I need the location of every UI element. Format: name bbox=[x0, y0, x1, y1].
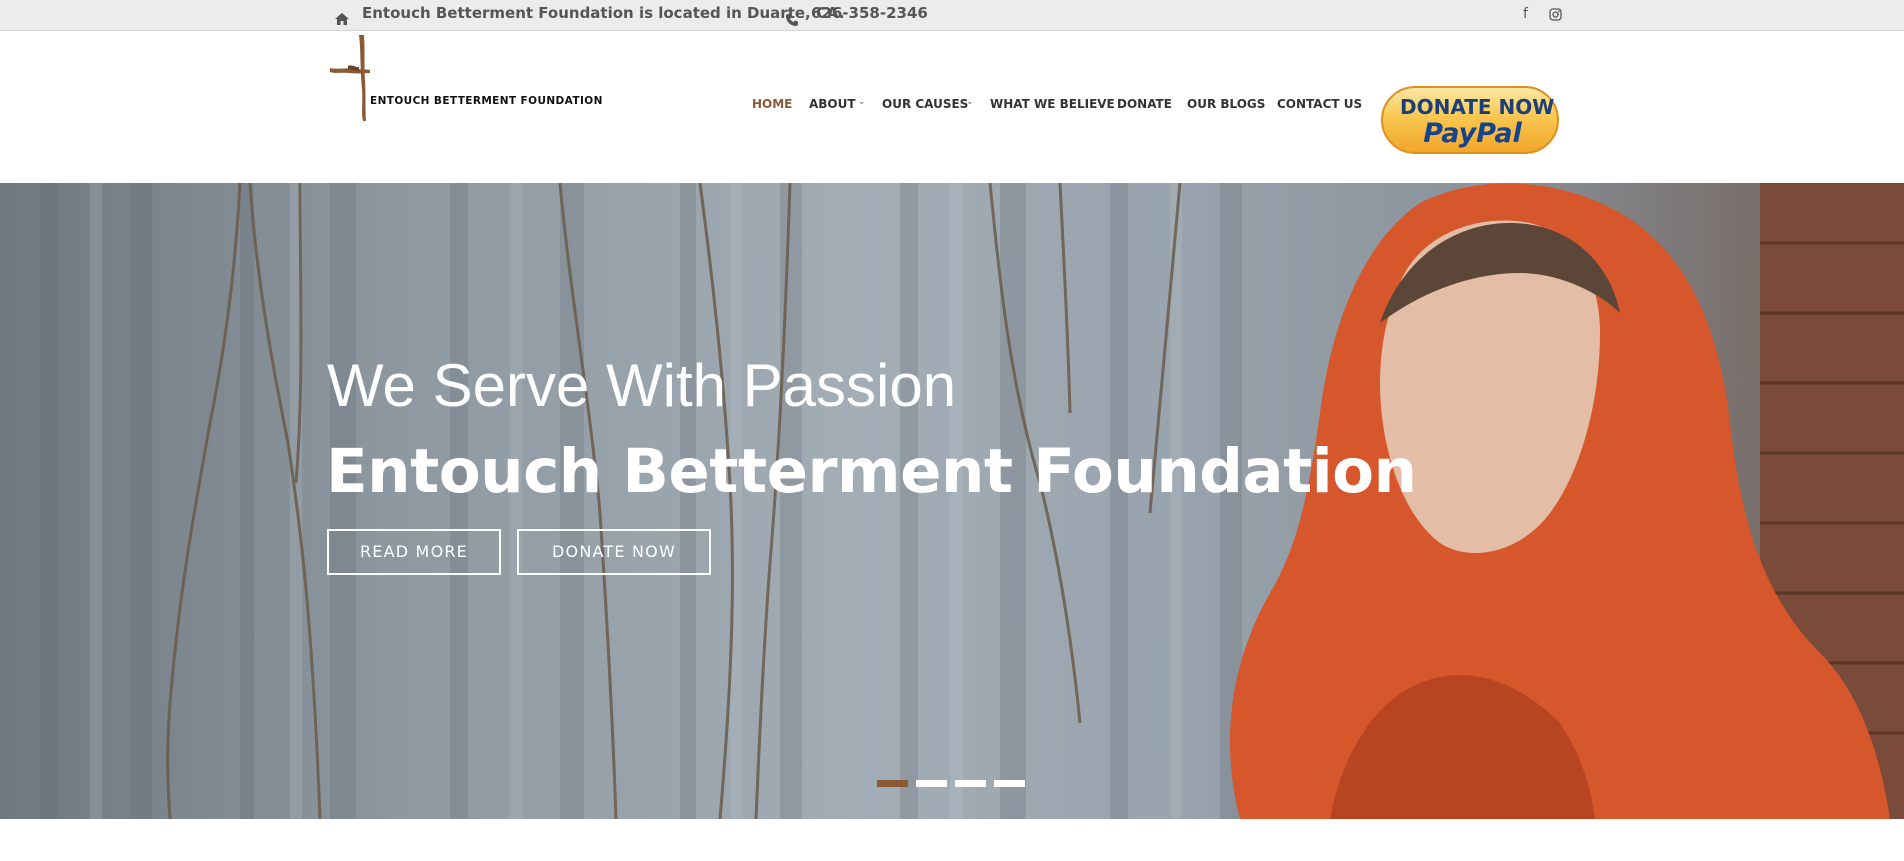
nav-what-we-believe[interactable]: WHAT WE BELIEVE bbox=[990, 97, 1115, 111]
chevron-down-icon: ⌄ bbox=[858, 97, 866, 107]
facebook-icon[interactable]: f bbox=[1523, 6, 1528, 22]
paypal-donate-label: DONATE NOW bbox=[1400, 95, 1555, 119]
home-icon bbox=[335, 13, 349, 25]
nav-our-blogs[interactable]: OUR BLOGS bbox=[1187, 97, 1265, 111]
logo-text: ENTOUCH BETTERMENT FOUNDATION bbox=[370, 95, 603, 107]
paypal-logo: PayPal bbox=[1423, 118, 1522, 149]
slider-dot-3[interactable] bbox=[955, 780, 986, 787]
top-bar: Entouch Betterment Foundation is located… bbox=[0, 0, 1904, 31]
logo[interactable] bbox=[328, 31, 568, 123]
nav-home[interactable]: HOME bbox=[752, 97, 792, 111]
slider-dot-2[interactable] bbox=[916, 780, 947, 787]
hero-slider: We Serve With Passion Entouch Betterment… bbox=[0, 183, 1904, 819]
nav-contact-us[interactable]: CONTACT US bbox=[1277, 97, 1362, 111]
instagram-icon[interactable] bbox=[1549, 8, 1562, 21]
read-more-button[interactable]: READ MORE bbox=[327, 529, 501, 575]
donate-now-button[interactable]: DONATE NOW bbox=[517, 529, 711, 575]
nav-our-causes[interactable]: OUR CAUSES bbox=[882, 97, 968, 111]
location-text: Entouch Betterment Foundation is located… bbox=[362, 4, 845, 22]
hero-title: Entouch Betterment Foundation bbox=[326, 436, 1417, 507]
slider-dot-4[interactable] bbox=[994, 780, 1025, 787]
phone-number[interactable]: 626-358-2346 bbox=[811, 4, 928, 22]
phone-icon bbox=[786, 14, 798, 26]
hero-subtitle: We Serve With Passion bbox=[327, 352, 957, 419]
nav-about[interactable]: ABOUT bbox=[809, 97, 856, 111]
chevron-down-icon: ⌄ bbox=[966, 97, 974, 107]
slider-dot-1[interactable] bbox=[877, 780, 908, 787]
nav-donate[interactable]: DONATE bbox=[1117, 97, 1172, 111]
